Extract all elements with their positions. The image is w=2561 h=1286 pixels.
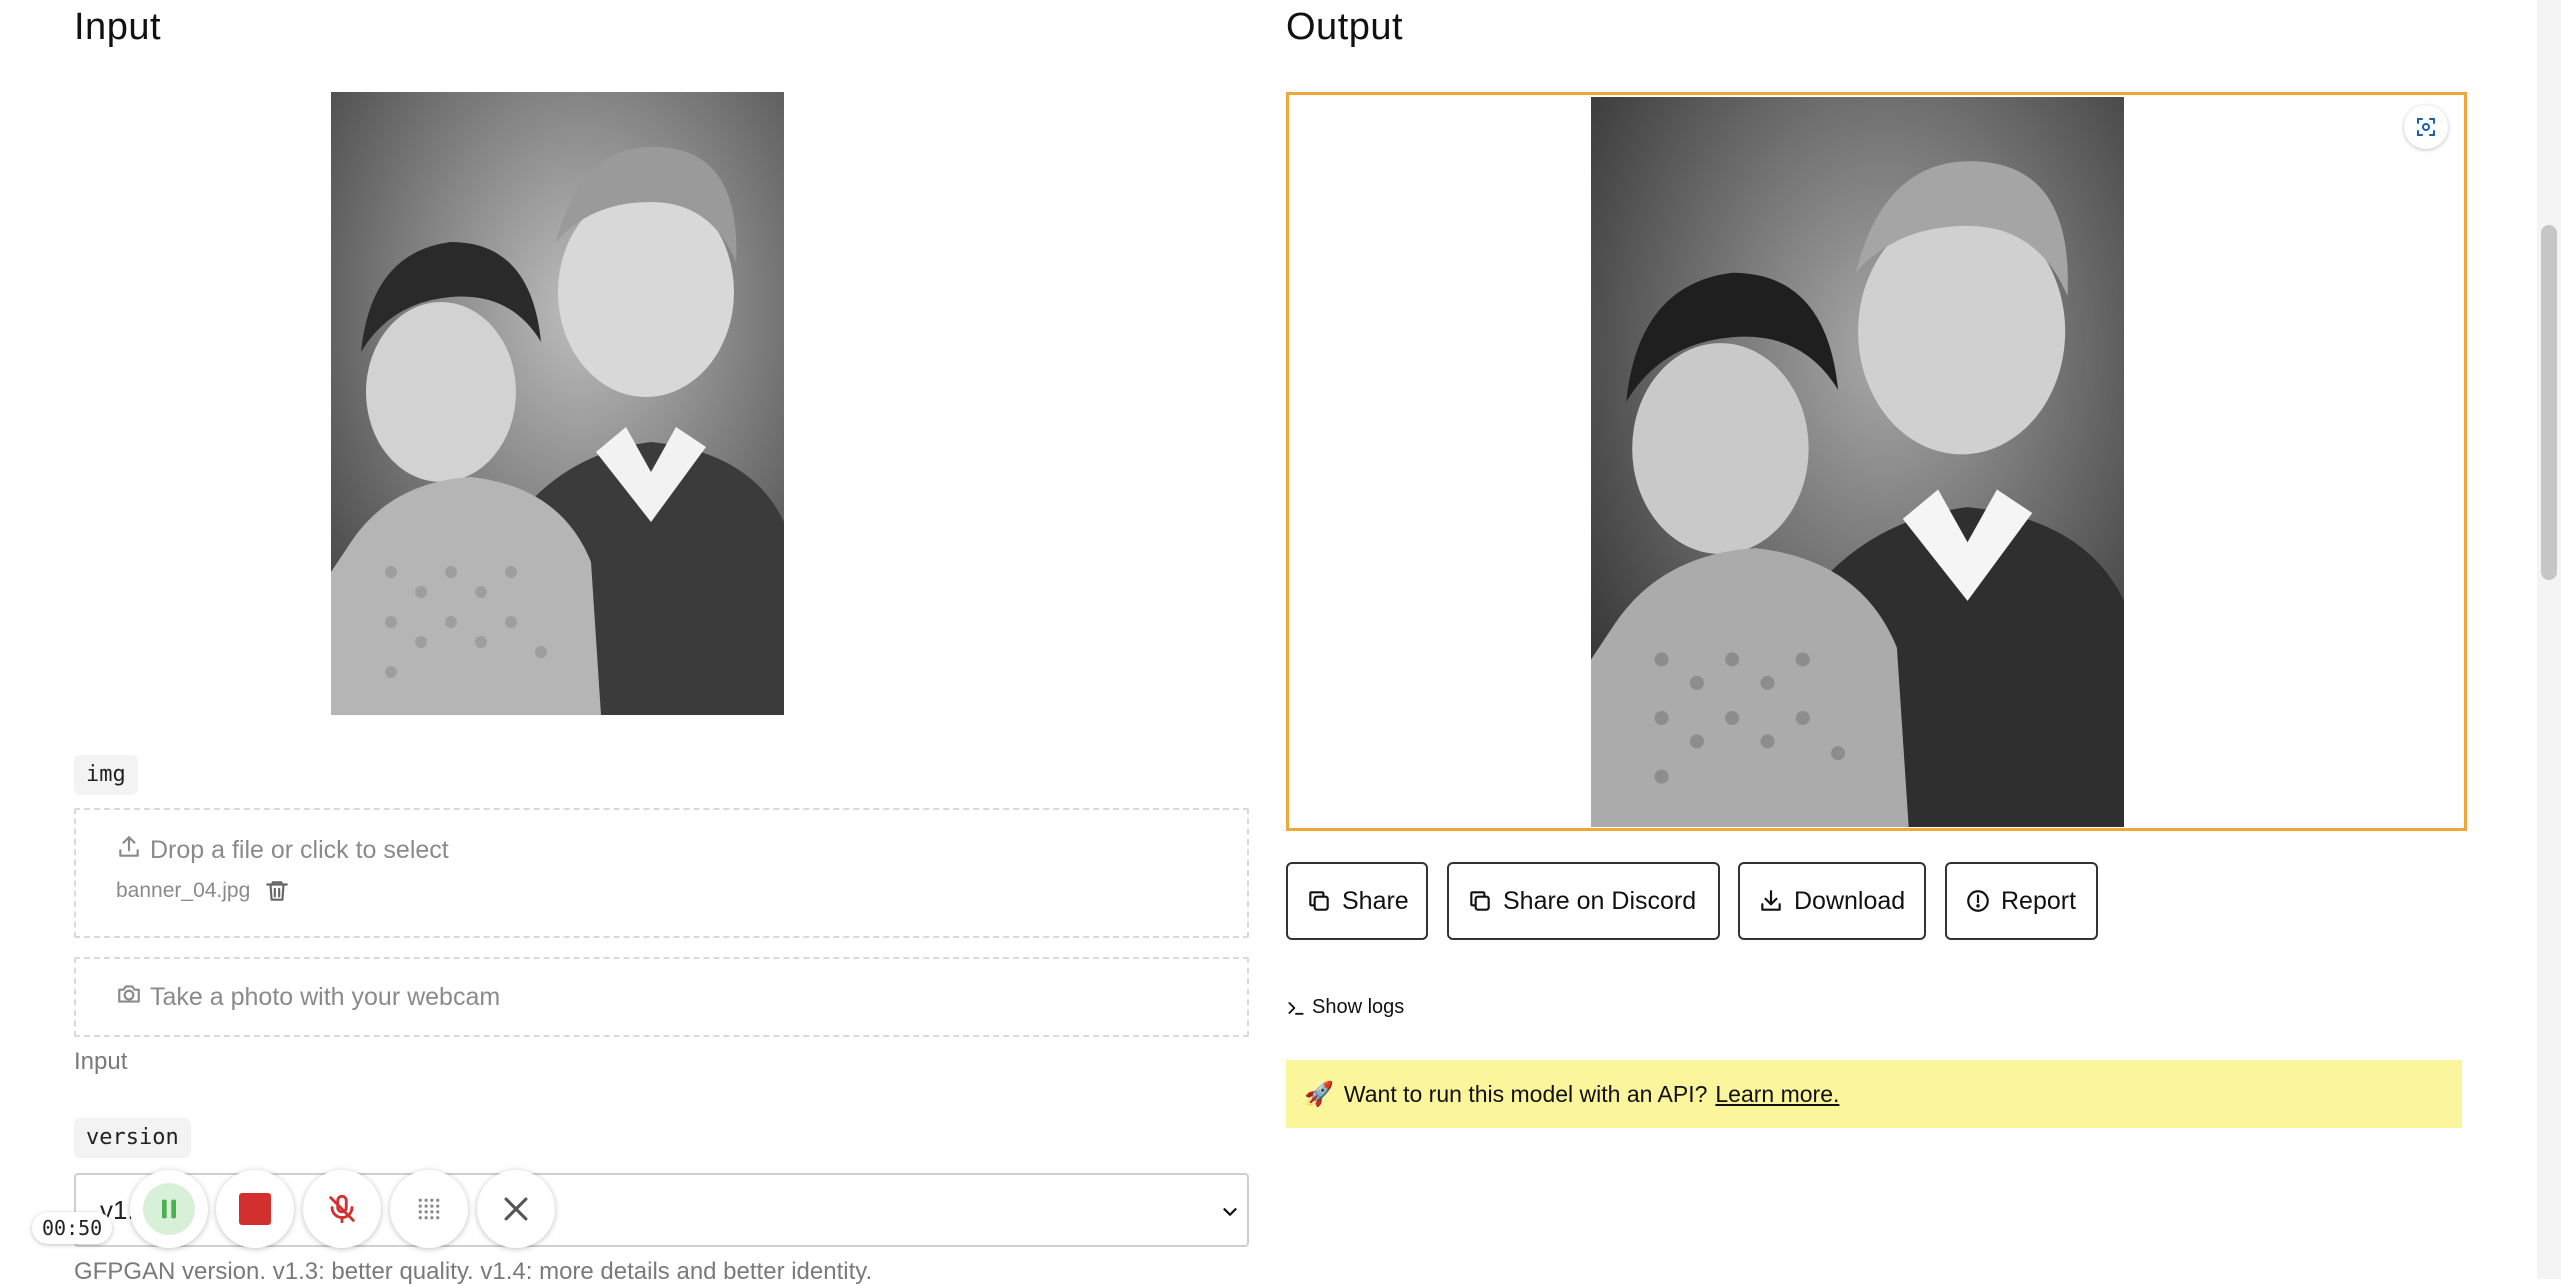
trash-icon[interactable]: [264, 878, 290, 904]
learn-more-link[interactable]: Learn more.: [1715, 1081, 1839, 1108]
pause-recording-button[interactable]: [130, 1170, 208, 1248]
alert-circle-icon: [1965, 888, 2001, 914]
output-heading: Output: [1286, 6, 1404, 48]
copy-icon: [1306, 888, 1342, 914]
webcam-capture[interactable]: Take a photo with your webcam: [74, 957, 1249, 1037]
report-button[interactable]: Report: [1945, 862, 2098, 940]
api-banner-text: Want to run this model with an API?: [1343, 1080, 1708, 1107]
report-label: Report: [2001, 886, 2077, 915]
terminal-icon: [1286, 998, 1306, 1018]
chevron-down-icon: [1219, 1199, 1241, 1230]
page-scrollbar[interactable]: [2537, 0, 2561, 1279]
share-discord-button[interactable]: Share on Discord: [1447, 862, 1720, 940]
copy-icon: [1467, 888, 1503, 914]
output-preview[interactable]: [1286, 92, 2467, 831]
input-caption: Input: [74, 1048, 128, 1075]
mute-mic-button[interactable]: [303, 1170, 381, 1248]
scrollbar-thumb[interactable]: [2541, 225, 2557, 580]
download-label: Download: [1794, 886, 1906, 915]
stop-recording-button[interactable]: [216, 1170, 294, 1248]
share-label: Share: [1342, 886, 1409, 915]
close-recorder-button[interactable]: [477, 1170, 555, 1248]
file-dropzone[interactable]: Drop a file or click to select banner_04…: [74, 808, 1249, 938]
download-button[interactable]: Download: [1738, 862, 1926, 940]
dropzone-label: Drop a file or click to select: [150, 836, 449, 864]
share-button[interactable]: Share: [1286, 862, 1428, 940]
mic-off-icon: [325, 1192, 359, 1226]
stop-icon: [239, 1193, 271, 1225]
share-discord-label: Share on Discord: [1503, 886, 1697, 915]
version-help: GFPGAN version. v1.3: better quality. v1…: [74, 1258, 873, 1285]
close-icon: [499, 1192, 533, 1226]
img-field-tag: img: [74, 755, 138, 795]
version-field-tag: version: [74, 1118, 191, 1158]
camera-icon: [116, 981, 150, 1014]
download-icon: [1758, 888, 1794, 914]
rocket-icon: 🚀: [1304, 1080, 1334, 1108]
recording-timer: 00:50: [32, 1212, 113, 1244]
grid-button[interactable]: [390, 1170, 468, 1248]
upload-icon: [116, 834, 150, 867]
api-banner: 🚀 Want to run this model with an API? Le…: [1286, 1060, 2462, 1128]
webcam-label: Take a photo with your webcam: [150, 983, 501, 1011]
grid-icon: [414, 1194, 444, 1224]
file-name: banner_04.jpg: [116, 879, 251, 902]
output-photo: [1591, 97, 2124, 827]
show-logs-toggle[interactable]: Show logs: [1286, 996, 1404, 1019]
pause-icon: [143, 1183, 195, 1235]
input-heading: Input: [74, 6, 162, 48]
show-logs-label: Show logs: [1312, 996, 1405, 1018]
input-photo: [331, 92, 784, 715]
zoom-screenshot-icon[interactable]: [2404, 105, 2448, 149]
